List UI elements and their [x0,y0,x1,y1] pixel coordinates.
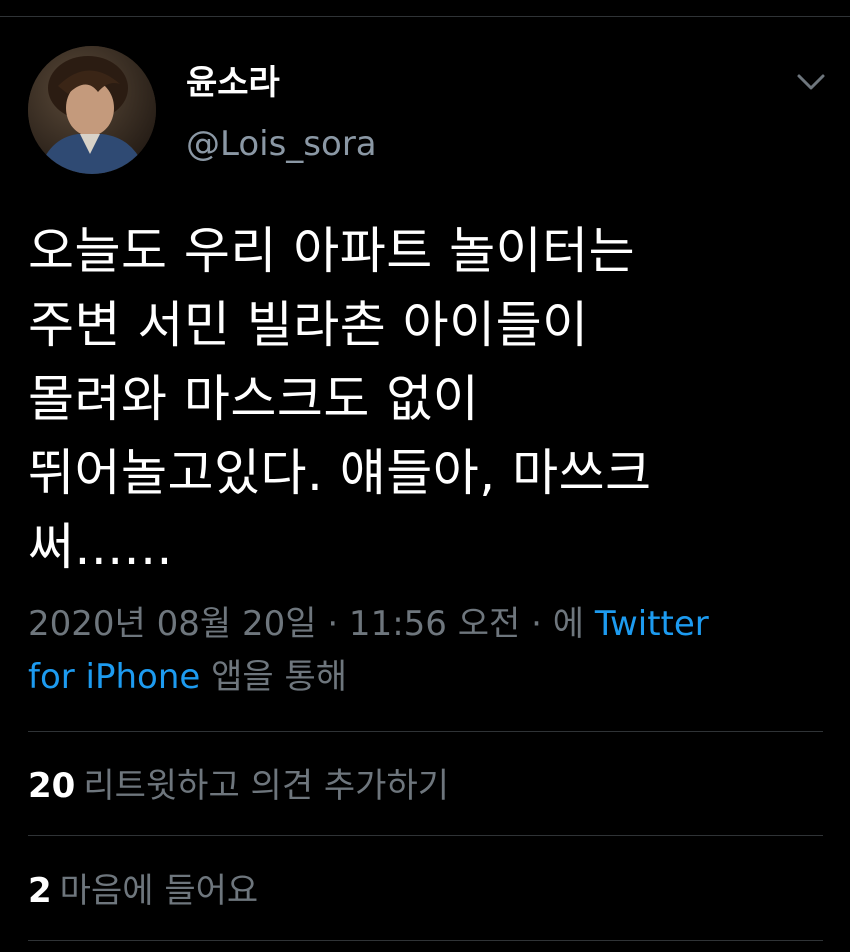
avatar-photo [28,46,156,174]
retweets-label: 리트윗하고 의견 추가하기 [83,766,450,806]
divider [28,940,823,941]
likes-count: 2 [28,871,52,911]
tweet-text-line: 오늘도 우리 아파트 놀이터는 [28,222,636,280]
tweet-timestamp[interactable]: 2020년 08월 20일 · 11:56 오전 · 에 [28,604,584,644]
avatar[interactable] [28,46,156,174]
top-divider [0,16,850,17]
author-display-name[interactable]: 윤소라 [186,62,280,104]
tweet-metadata: 2020년 08월 20일 · 11:56 오전 · 에 Twitter for… [28,598,828,704]
retweets-stat[interactable]: 20 리트윗하고 의견 추가하기 [28,765,449,807]
tweet-text: 오늘도 우리 아파트 놀이터는 주변 서민 빌라촌 아이들이 몰려와 마스크도 … [28,214,828,584]
source-suffix: 앱을 통해 [211,657,348,697]
likes-label: 마음에 들어요 [59,871,259,911]
retweets-count: 20 [28,766,76,806]
divider [28,731,823,732]
author-handle[interactable]: @Lois_sora [186,123,377,165]
tweet-text-line: 주변 서민 빌라촌 아이들이 [28,296,589,354]
source-link-continued[interactable]: for iPhone [28,657,200,697]
tweet-text-line: 몰려와 마스크도 없이 [28,370,480,428]
divider [28,835,823,836]
tweet-text-line: 뛰어놀고있다. 얘들아, 마쓰크 [28,444,652,502]
source-link[interactable]: Twitter [595,604,709,644]
chevron-down-icon[interactable] [793,68,829,96]
likes-stat[interactable]: 2 마음에 들어요 [28,870,258,912]
tweet-text-line: 써...... [28,518,173,576]
